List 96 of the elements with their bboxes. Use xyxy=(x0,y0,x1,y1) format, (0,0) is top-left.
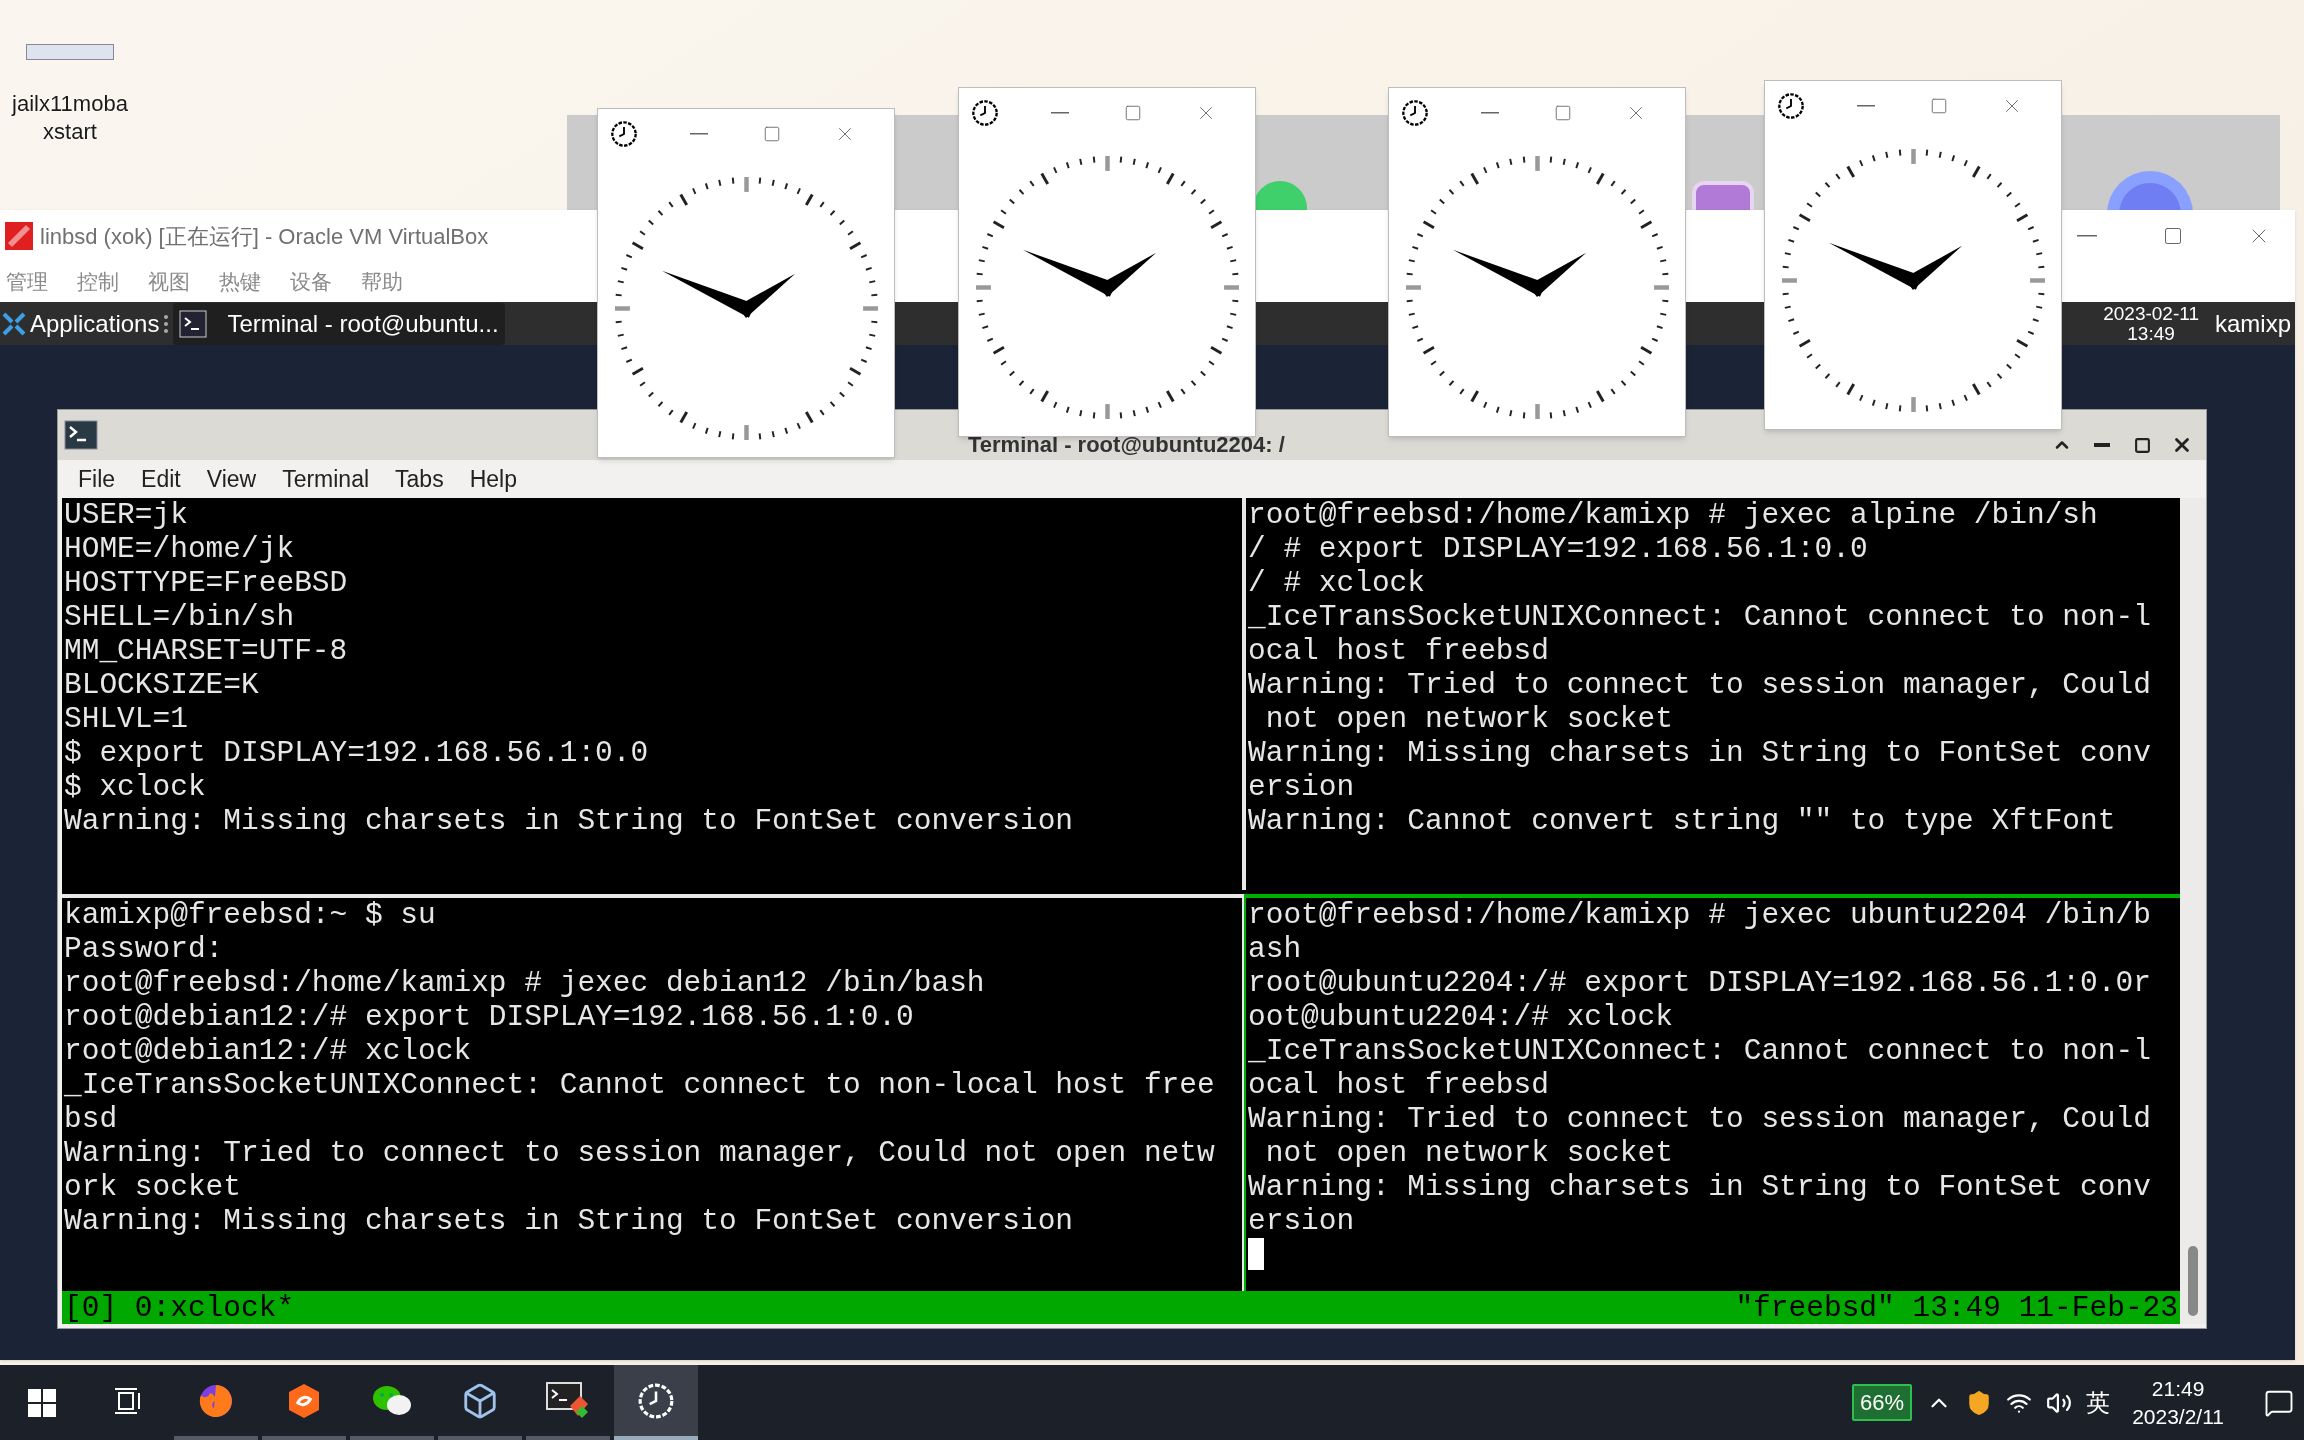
cube-icon xyxy=(461,1381,499,1420)
terminal-line: oot@ubuntu2204:/# xclock xyxy=(1248,1000,1673,1034)
terminal-line: / # xclock xyxy=(1248,566,1426,600)
menu-item[interactable]: 帮助 xyxy=(361,266,403,298)
terminal-line: SHLVL=1 xyxy=(64,702,188,736)
terminal-line: root@ubuntu2204:/# export DISPLAY=192.168.56.1:0.0r xyxy=(1248,966,2151,1000)
menu-item[interactable]: Help xyxy=(469,461,517,497)
terminal-line: root@debian12:/# export DISPLAY=192.168.56.1:0.0 xyxy=(64,1000,914,1034)
minimize-icon xyxy=(1480,112,1499,114)
task-view-icon xyxy=(113,1386,143,1415)
terminal-line: kamixp@freebsd:~ $ su xyxy=(64,898,436,932)
windows-logo-icon xyxy=(28,1388,56,1417)
maximize-icon xyxy=(763,125,781,143)
window-title: Terminal - root@ubuntu2204: / xyxy=(968,432,1285,458)
taskbar-date[interactable]: 2023/2/11 xyxy=(2132,1402,2224,1431)
user-name[interactable]: kamixp xyxy=(2214,305,2291,342)
terminal-line: ersion xyxy=(1248,770,1355,804)
clock-icon xyxy=(610,120,638,148)
panel-date: 2023-02-11 xyxy=(2103,303,2199,324)
terminal-line: root@freebsd:/home/kamixp # jexec ubuntu2204 /bin/b xyxy=(1248,898,2151,932)
terminal-line: bsd xyxy=(64,1102,118,1136)
terminal-line: Password: xyxy=(64,932,224,966)
terminal-line: HOME=/home/jk xyxy=(64,532,295,566)
separator-handle-icon xyxy=(163,313,170,334)
scrollbar[interactable] xyxy=(2180,498,2206,1324)
terminal-pane[interactable]: USER=jk HOME=/home/jk HOSTTYPE=FreeBSD SHELL=/bin/sh MM_CHARSET=UTF-8 BLOCKSIZE=K SHLVL=1 $ export DISPLAY=192.168.56.1:0.0 $ xclock Warning: Missing charsets in String to FontSet conversion xyxy=(62,498,1244,890)
terminal-line: USER=jk xyxy=(64,498,188,532)
maximize-icon xyxy=(2133,436,2151,454)
terminal-line: Warning: Tried to connect to session manager, Could xyxy=(1248,668,2151,702)
terminal-line: Warning: Cannot convert string "" to type XftFont xyxy=(1248,804,2116,838)
terminal-app-icon xyxy=(64,420,98,450)
minimize-icon xyxy=(2094,443,2110,447)
cursor-block xyxy=(1248,1238,1264,1270)
terminal-line: ocal host freebsd xyxy=(1248,634,1549,668)
menu-item[interactable]: View xyxy=(206,461,257,497)
menu-item[interactable]: 控制 xyxy=(77,266,119,298)
window-list[interactable]: [0] 0:xclock* xyxy=(64,1290,295,1325)
minimize-icon xyxy=(689,133,708,135)
terminal-line: not open network socket xyxy=(1264,702,1673,736)
terminal-line: BLOCKSIZE=K xyxy=(64,668,259,702)
clock-icon xyxy=(1401,99,1429,127)
terminal-icon xyxy=(179,309,208,338)
terminal-line: / # export DISPLAY=192.168.56.1:0.0 xyxy=(1248,532,1868,566)
clock-icon xyxy=(637,1381,675,1420)
terminal-line: Warning: Missing charsets in String to FontSet conversion xyxy=(64,804,1074,838)
terminal-line: root@debian12:/# xclock xyxy=(64,1034,472,1068)
menu-item[interactable]: 视图 xyxy=(148,266,190,298)
terminal-line: HOSTTYPE=FreeBSD xyxy=(64,566,348,600)
maximize-icon xyxy=(1124,104,1142,122)
menu-item[interactable]: 设备 xyxy=(290,266,332,298)
taskbar-window-button[interactable]: Terminal - root@ubuntu... xyxy=(173,302,505,345)
terminal-line: _IceTransSocketUNIXConnect: Cannot connect to non-l xyxy=(1248,1034,2151,1068)
maximize-icon xyxy=(1930,97,1948,115)
terminal-line: Warning: Tried to connect to session manager, Could not open netw xyxy=(64,1136,1215,1170)
panel-time: 13:49 xyxy=(2127,323,2175,344)
terminal-window-icon xyxy=(546,1381,590,1420)
terminal-line: ocal host freebsd xyxy=(1248,1068,1549,1102)
minimize-icon xyxy=(2077,235,2097,237)
terminal-line: ersion xyxy=(1248,1204,1355,1238)
terminal-line: ash xyxy=(1248,932,1302,966)
menu-item[interactable]: Edit xyxy=(141,461,181,497)
applications-menu-icon[interactable] xyxy=(2,311,26,336)
terminal-line: SHELL=/bin/sh xyxy=(64,600,295,634)
menu-item[interactable]: Terminal xyxy=(282,461,370,497)
minimize-icon xyxy=(1856,105,1875,107)
terminal-line: Warning: Missing charsets in String to FontSet conv xyxy=(1248,736,2151,770)
clock-icon xyxy=(971,99,999,127)
terminal-line: $ xclock xyxy=(64,770,206,804)
taskbar-time[interactable]: 21:49 xyxy=(2151,1374,2205,1403)
clock-icon xyxy=(1777,92,1805,120)
menu-item[interactable]: 热键 xyxy=(219,266,261,298)
maximize-icon xyxy=(2163,226,2183,246)
app-logo-icon xyxy=(4,221,34,251)
terminal-line: Warning: Tried to connect to session manager, Could xyxy=(1248,1102,2151,1136)
terminal-line: Warning: Missing charsets in String to FontSet conv xyxy=(1248,1170,2151,1204)
terminal-line: _IceTransSocketUNIXConnect: Cannot connect to non-l xyxy=(1248,600,2151,634)
terminal-line: ork socket xyxy=(64,1170,242,1204)
menu-item[interactable]: File xyxy=(78,461,116,497)
screenshot-thumbnail[interactable] xyxy=(26,44,114,60)
terminal-line: root@freebsd:/home/kamixp # jexec alpine /bin/sh xyxy=(1248,498,2098,532)
menu-item[interactable]: Tabs xyxy=(395,461,444,497)
terminal-line: MM_CHARSET=UTF-8 xyxy=(64,634,348,668)
taskbar-app-button[interactable] xyxy=(614,1365,698,1440)
minimize-icon xyxy=(1050,112,1069,114)
applications-menu[interactable]: Applications xyxy=(30,305,160,342)
input-method-indicator[interactable]: 英 xyxy=(2086,1384,2111,1421)
terminal-line: root@freebsd:/home/kamixp # jexec debian12 /bin/bash xyxy=(64,966,985,1000)
window-title: linbsd (xok) [正在运行] - Oracle VM VirtualBox xyxy=(40,222,489,251)
terminal-line: Warning: Missing charsets in String to FontSet conversion xyxy=(64,1204,1074,1238)
maximize-icon xyxy=(1554,104,1572,122)
terminal-line: not open network socket xyxy=(1264,1136,1673,1170)
status-info: "freebsd" 13:49 11-Feb-23 xyxy=(1735,1290,2178,1325)
terminal-line: $ export DISPLAY=192.168.56.1:0.0 xyxy=(64,736,649,770)
desktop-icon-label[interactable]: jailx11moba xstart xyxy=(5,90,135,146)
battery-indicator[interactable]: 66% xyxy=(1852,1384,1913,1421)
terminal-line: _IceTransSocketUNIXConnect: Cannot connect to non-local host free xyxy=(64,1068,1215,1102)
